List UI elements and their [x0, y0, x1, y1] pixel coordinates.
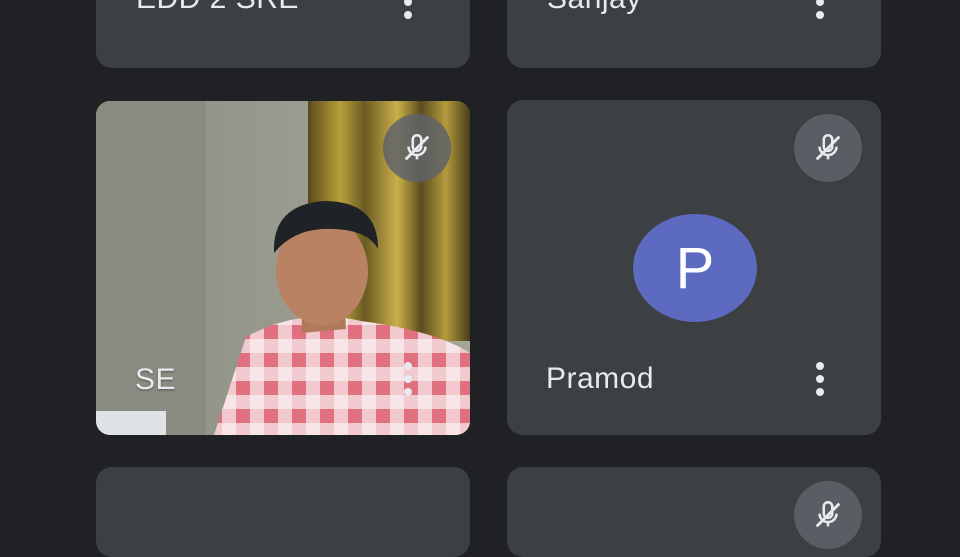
participant-name: SE	[135, 363, 177, 396]
more-vert-icon	[816, 362, 824, 370]
participant-tile-pramod[interactable]: P Pramod	[507, 100, 881, 435]
more-options-button[interactable]	[808, 357, 832, 401]
participant-name: EDD 2 SRE	[136, 0, 299, 16]
participant-tile-5[interactable]	[96, 467, 470, 557]
participant-tile-edd-2-sre[interactable]: EDD 2 SRE	[96, 0, 470, 68]
participant-name: Pramod	[546, 362, 655, 395]
more-options-button[interactable]	[808, 0, 832, 24]
participant-name: Sanjay	[547, 0, 642, 16]
mic-off-icon	[794, 114, 862, 182]
more-vert-icon	[404, 362, 412, 370]
mic-off-icon	[383, 114, 451, 182]
participant-tile-6[interactable]	[507, 467, 881, 557]
mic-off-icon	[794, 481, 862, 549]
participant-tile-se[interactable]: SE	[96, 101, 470, 435]
participant-tile-sanjay[interactable]: Sanjay	[507, 0, 881, 68]
more-options-button[interactable]	[396, 357, 420, 401]
more-options-button[interactable]	[396, 0, 420, 24]
avatar: P	[633, 214, 757, 322]
